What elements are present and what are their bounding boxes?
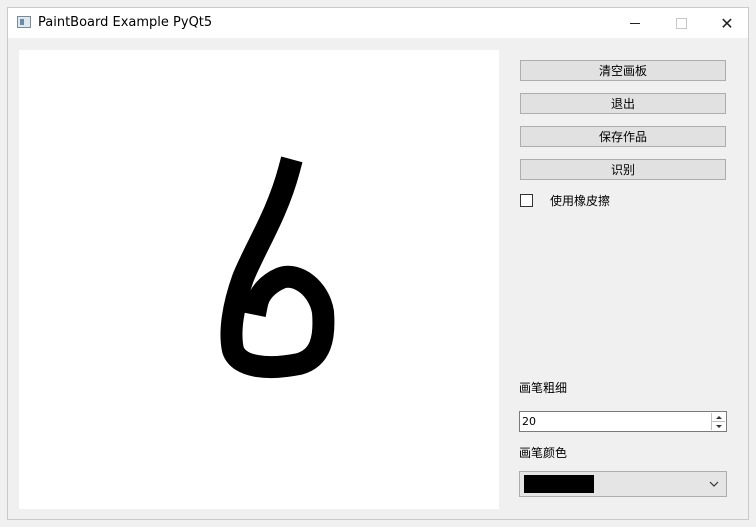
- arrow-up-icon: [715, 415, 722, 419]
- drawing-strokes: [220, 156, 335, 379]
- eraser-label: 使用橡皮擦: [550, 193, 611, 208]
- spinbox-arrows: [711, 413, 725, 430]
- minimize-icon: [630, 22, 640, 24]
- pen-width-value[interactable]: 20: [522, 415, 536, 428]
- app-icon: [17, 16, 31, 28]
- color-swatch: [524, 475, 594, 493]
- eraser-checkbox[interactable]: [520, 193, 533, 207]
- main-window: PaintBoard Example PyQt5 ✕ 清空画板 退出 保存作品 …: [7, 7, 749, 520]
- close-icon: ✕: [720, 13, 734, 33]
- minimize-button[interactable]: [612, 8, 658, 38]
- close-button[interactable]: ✕: [704, 8, 750, 38]
- save-work-button[interactable]: 保存作品: [520, 126, 726, 147]
- pen-width-spinbox[interactable]: 20: [519, 411, 727, 432]
- eraser-option[interactable]: 使用橡皮擦: [520, 192, 610, 208]
- clear-board-button[interactable]: 清空画板: [520, 60, 726, 81]
- pen-color-combobox[interactable]: [519, 471, 727, 497]
- title-bar[interactable]: PaintBoard Example PyQt5 ✕: [8, 8, 748, 38]
- stroke-digit-six: [220, 156, 335, 379]
- paint-canvas[interactable]: [19, 50, 499, 509]
- spin-down-button[interactable]: [712, 422, 725, 430]
- window-title: PaintBoard Example PyQt5: [38, 15, 213, 30]
- pen-width-label: 画笔粗细: [519, 381, 568, 395]
- quit-button[interactable]: 退出: [520, 93, 726, 114]
- chevron-down-icon: [709, 481, 719, 487]
- maximize-icon: [675, 17, 687, 29]
- arrow-down-icon: [715, 424, 722, 428]
- recognize-button[interactable]: 识别: [520, 159, 726, 180]
- spin-up-button[interactable]: [712, 413, 725, 422]
- maximize-button[interactable]: [658, 8, 704, 38]
- pen-color-label: 画笔颜色: [519, 446, 568, 460]
